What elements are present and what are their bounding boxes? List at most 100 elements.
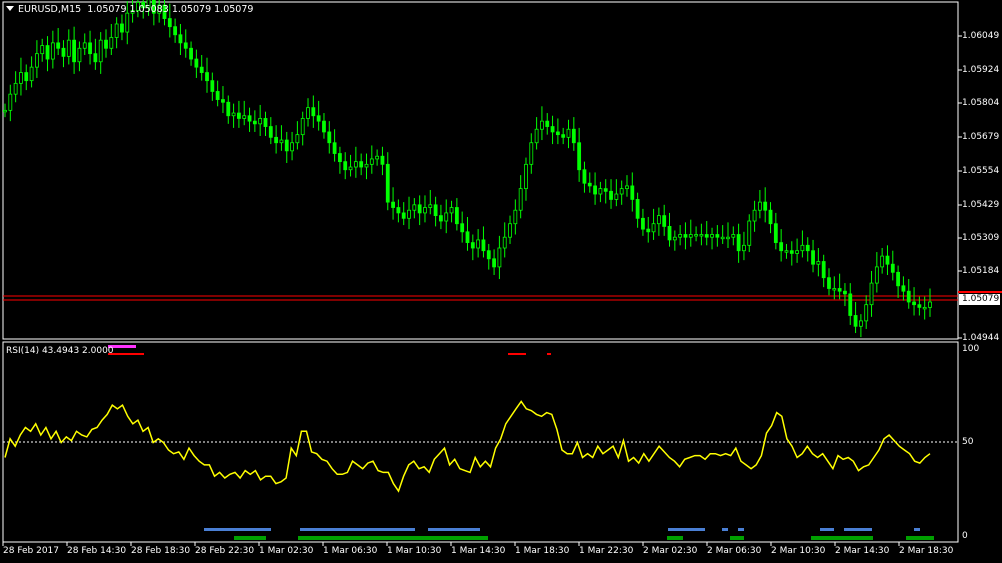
- price-axis-label: 1.05309: [962, 233, 1000, 243]
- candle-body: [641, 217, 645, 230]
- candle-body: [284, 139, 289, 152]
- green-signal-bar: [811, 536, 873, 540]
- candle-body: [587, 182, 592, 187]
- indicator-title[interactable]: RSI(14) 43.4943 2.0000: [6, 346, 114, 356]
- candle-body: [268, 126, 273, 138]
- candle-body: [481, 239, 486, 252]
- candle-body: [439, 215, 443, 222]
- blue-signal-bar: [428, 528, 480, 531]
- green-signal-bar: [298, 536, 488, 540]
- candle-body: [795, 250, 799, 254]
- candle-body: [375, 155, 380, 160]
- time-axis-label: 1 Mar 22:30: [579, 546, 634, 556]
- candle-body: [423, 207, 427, 214]
- blue-signal-bar: [204, 528, 271, 531]
- candle-body: [662, 215, 667, 227]
- candle-body: [656, 215, 661, 225]
- candle-body: [922, 306, 927, 310]
- blue-signal-bar: [668, 528, 705, 531]
- candle-body: [183, 42, 188, 49]
- candle-body: [247, 115, 252, 122]
- ohlc-values: 1.05079 1.05083 1.05079 1.05079: [87, 4, 254, 15]
- candle-body: [173, 26, 178, 36]
- candle-body: [603, 188, 608, 192]
- price-axis-label: 1.05924: [962, 65, 1000, 75]
- candle-body: [88, 42, 92, 55]
- candle-body: [274, 136, 279, 144]
- candle-body: [385, 163, 390, 203]
- trading-chart[interactable]: [0, 0, 1002, 563]
- candle-body: [417, 204, 422, 214]
- candle-body: [364, 163, 369, 168]
- candle-body: [720, 236, 725, 240]
- candle-body: [194, 58, 199, 68]
- candle-body: [768, 209, 773, 225]
- red-signal-bar: [547, 353, 551, 355]
- candle-body: [24, 72, 29, 82]
- candle-body: [619, 188, 624, 195]
- candle-body: [832, 288, 837, 291]
- candle-body: [747, 220, 752, 246]
- candle-body: [104, 39, 108, 49]
- blue-signal-bar: [738, 528, 744, 531]
- candle-body: [40, 45, 45, 55]
- candle-body: [534, 128, 539, 144]
- current-price-tag: 1.05079: [959, 294, 1000, 305]
- candle-body: [231, 112, 236, 117]
- candle-body: [518, 188, 523, 211]
- candle-body: [263, 118, 268, 127]
- candle-body: [731, 234, 736, 238]
- candle-body: [407, 209, 411, 219]
- candle-body: [550, 126, 555, 133]
- candle-body: [837, 288, 842, 292]
- price-axis-label: 1.05554: [962, 166, 1000, 176]
- candle-body: [444, 212, 449, 222]
- candle-body: [210, 80, 215, 92]
- candle-body: [672, 236, 677, 241]
- candle-body: [396, 207, 401, 214]
- candle-body: [869, 282, 874, 306]
- candle-body: [492, 258, 496, 268]
- blue-signal-bar: [722, 528, 728, 531]
- candle-body: [3, 109, 7, 113]
- rsi-axis-label: 0: [962, 531, 968, 541]
- blue-signal-bar: [300, 528, 415, 531]
- candle-body: [545, 120, 550, 127]
- candle-body: [524, 163, 528, 190]
- candle-body: [757, 201, 762, 211]
- candle-body: [279, 139, 284, 144]
- candle-body: [688, 234, 693, 238]
- candle-body: [50, 42, 55, 60]
- candle-body: [630, 185, 635, 200]
- candle-body: [896, 271, 901, 287]
- candle-body: [327, 131, 332, 144]
- time-axis-label: 1 Mar 02:30: [259, 546, 314, 556]
- price-axis-label: 1.05429: [962, 200, 1000, 210]
- candle-body: [72, 39, 77, 63]
- candle-body: [529, 142, 534, 165]
- candle-body: [8, 93, 13, 111]
- candle-body: [391, 201, 395, 208]
- time-axis-label: 2 Mar 02:30: [643, 546, 698, 556]
- candle-body: [742, 244, 746, 252]
- candle-body: [290, 142, 294, 152]
- candle-body: [736, 234, 741, 252]
- candle-body: [19, 72, 23, 84]
- candle-body: [598, 188, 603, 195]
- candle-body: [561, 134, 566, 138]
- candle-body: [582, 169, 587, 184]
- red-signal-bar: [508, 353, 526, 355]
- blue-signal-bar: [844, 528, 872, 531]
- candle-body: [226, 101, 231, 117]
- candle-body: [593, 185, 597, 195]
- candle-body: [710, 234, 714, 238]
- candle-body: [646, 228, 651, 233]
- candle-body: [853, 315, 858, 327]
- candle-body: [311, 107, 316, 117]
- dropdown-triangle-icon[interactable]: [6, 6, 14, 11]
- symbol-title: EURUSD,M15: [18, 4, 82, 15]
- candle-body: [412, 204, 417, 211]
- candle-body: [816, 261, 821, 265]
- chart-title[interactable]: EURUSD,M15 1.05079 1.05083 1.05079 1.050…: [6, 4, 253, 16]
- candle-body: [460, 223, 465, 233]
